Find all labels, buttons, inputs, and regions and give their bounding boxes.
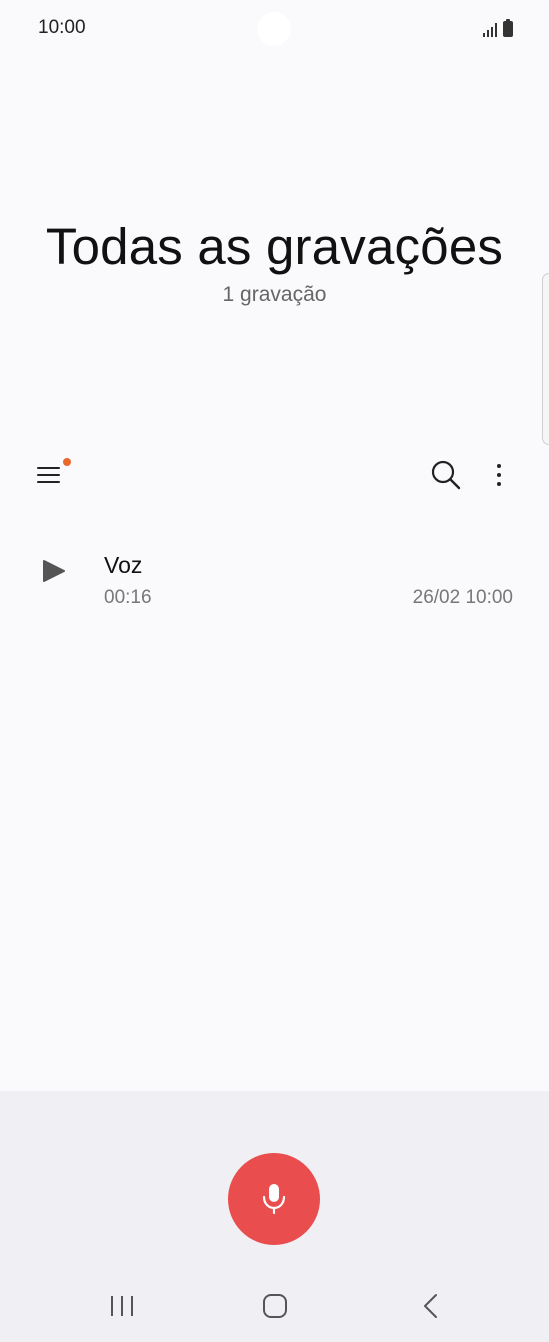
back-button[interactable] [408,1283,452,1329]
recent-apps-button[interactable] [100,1283,144,1329]
signal-icon [483,23,497,37]
camera-cutout [257,12,291,46]
home-button[interactable] [252,1283,298,1329]
search-button[interactable] [423,452,469,498]
menu-button[interactable] [26,452,72,498]
recordings-list: Voz 00:16 26/02 10:00 [0,533,549,623]
back-icon [424,1294,437,1318]
recording-duration: 00:16 [104,587,152,608]
play-icon [43,560,65,582]
microphone-icon [262,1184,286,1215]
header: Todas as gravações 1 gravação [0,212,549,307]
recording-name: Voz [104,552,143,578]
notification-dot [63,458,71,466]
recording-date: 26/02 10:00 [412,587,513,608]
page-title: Todas as gravações [45,218,504,275]
status-icons [483,19,513,37]
home-icon [263,1294,287,1318]
edge-panel-handle[interactable] [542,273,549,445]
status-time: 10:00 [38,17,86,38]
navigation-bar [0,1283,549,1331]
status-bar: 10:00 [0,0,549,56]
battery-icon [503,19,513,37]
recording-item[interactable]: Voz 00:16 26/02 10:00 [0,533,549,623]
recording-count: 1 gravação [222,283,327,306]
play-button[interactable] [30,548,76,594]
search-icon [431,460,461,490]
record-button[interactable] [228,1153,320,1245]
toolbar [0,446,549,506]
more-options-button[interactable] [476,452,522,498]
recent-apps-icon [111,1296,133,1316]
